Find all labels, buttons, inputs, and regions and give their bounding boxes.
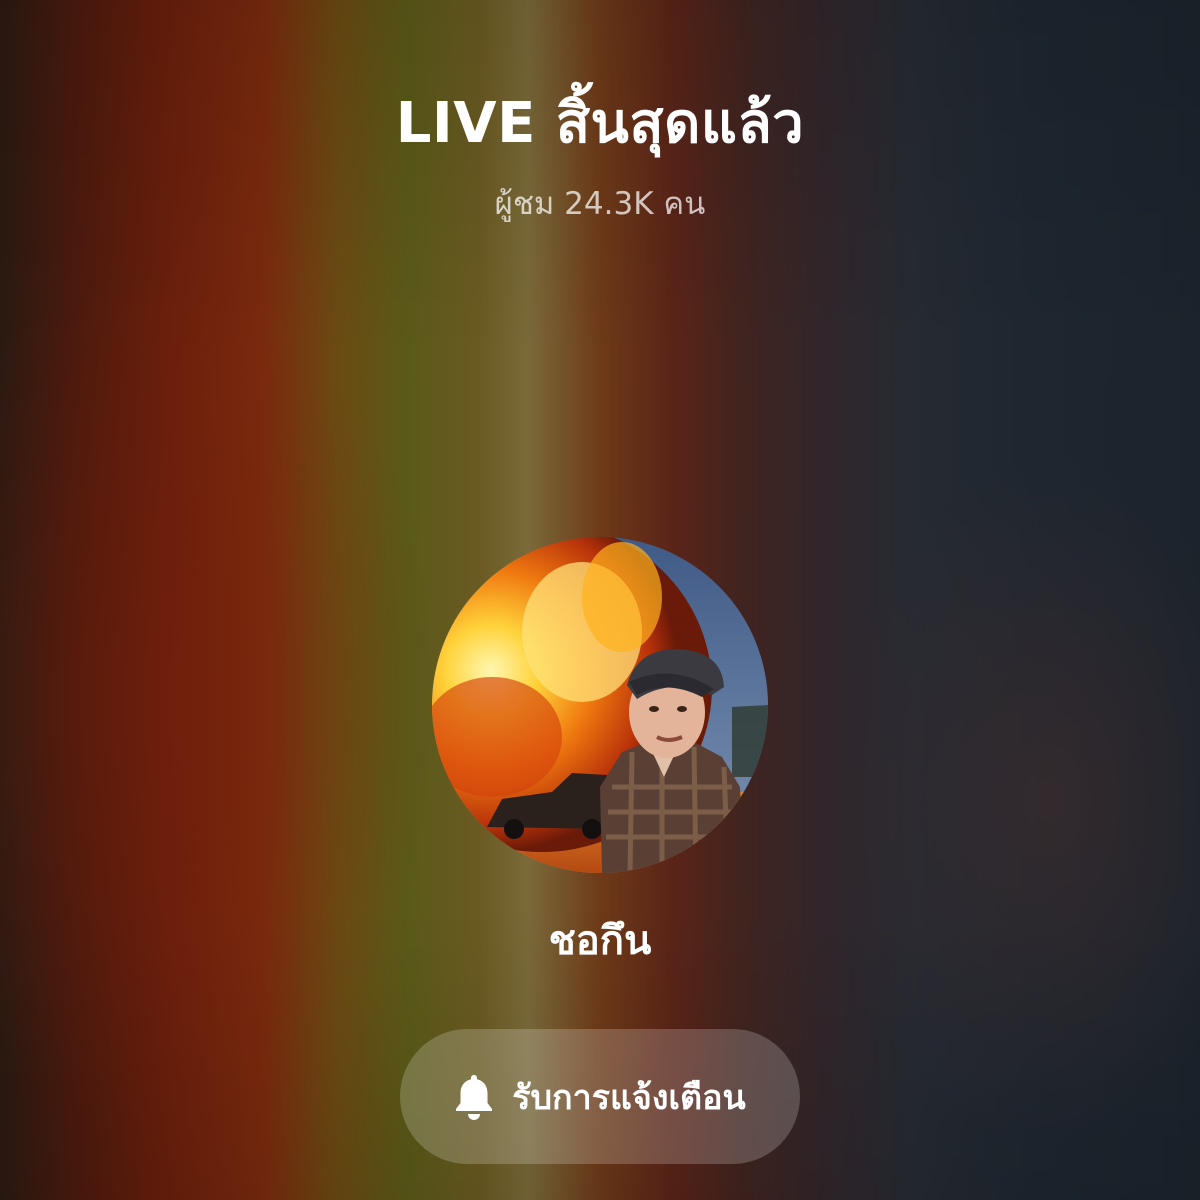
get-notifications-button[interactable]: รับการแจ้งเตือน <box>400 1029 800 1164</box>
avatar-image <box>432 537 768 873</box>
live-ended-title: LIVE สิ้นสุดแล้ว <box>395 91 805 156</box>
host-username[interactable]: ชอกึน <box>0 908 1200 972</box>
notify-button-label: รับการแจ้งเตือน <box>512 1077 746 1118</box>
host-avatar[interactable] <box>432 537 768 873</box>
bell-icon <box>454 1073 494 1121</box>
viewer-count: ผู้ชม 24.3K คน <box>494 186 706 222</box>
